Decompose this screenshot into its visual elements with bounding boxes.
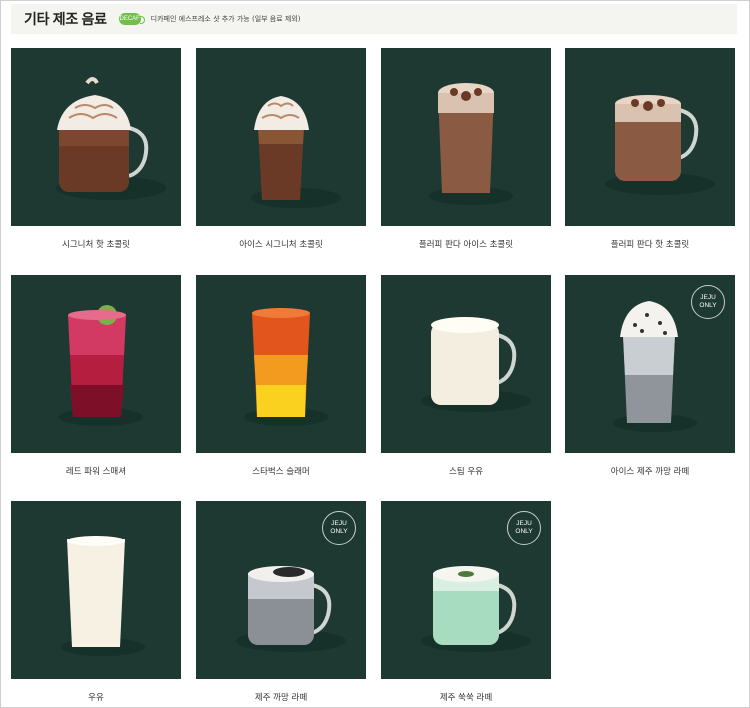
product-image-jeju-ssuk[interactable]: JEJU ONLY [381,501,551,679]
hot-chocolate-mug-image [56,77,166,200]
product-card[interactable]: 플러피 판다 핫 초콜릿 [565,48,735,250]
starbucks-slammer-image [244,308,328,426]
product-name[interactable]: 레드 파워 스매셔 [11,465,181,477]
product-name[interactable]: 스타벅스 슬래머 [196,465,366,477]
product-card[interactable]: 스팀 우유 [381,275,551,477]
product-card[interactable]: 레드 파워 스매셔 [11,275,181,477]
product-image-iced-jeju-kkamang[interactable]: JEJU ONLY [565,275,735,453]
product-image-milk[interactable] [11,501,181,679]
product-image-red-power[interactable] [11,275,181,453]
product-card[interactable]: 아이스 시그니처 초콜릿 [196,48,366,250]
product-name[interactable]: 제주 쑥쑥 라떼 [381,691,551,703]
product-name[interactable]: 제주 까망 라떼 [196,691,366,703]
product-name[interactable]: 아이스 제주 까망 라떼 [565,465,735,477]
product-image-panda-iced[interactable] [381,48,551,226]
product-card[interactable]: 플러피 판다 아이스 초콜릿 [381,48,551,250]
iced-chocolate-glass-image [251,96,341,208]
product-card[interactable]: JEJU ONLY 아이스 제주 까망 라떼 [565,275,735,477]
product-name[interactable]: 우유 [11,691,181,703]
product-name[interactable]: 스팀 우유 [381,465,551,477]
decaf-note: 디카페인 에스프레소 샷 추가 가능 (일부 음료 제외) [150,15,301,23]
panda-hot-chocolate-mug-image [605,95,715,195]
milk-glass-image [61,536,145,656]
product-image-steamed-milk[interactable] [381,275,551,453]
jeju-only-badge: JEJU ONLY [322,511,356,545]
product-image-iced-chocolate[interactable] [196,48,366,226]
product-name[interactable]: 아이스 시그니처 초콜릿 [196,238,366,250]
product-name[interactable]: 플러피 판다 핫 초콜릿 [565,238,735,250]
product-image-jeju-kkamang[interactable]: JEJU ONLY [196,501,366,679]
product-image-hot-chocolate[interactable] [11,48,181,226]
product-card[interactable]: JEJU ONLY 제주 까망 라떼 [196,501,366,703]
product-name[interactable]: 플러피 판다 아이스 초콜릿 [381,238,551,250]
section-title: 기타 제조 음료 [24,11,107,27]
steamed-milk-mug-image [421,317,531,412]
decaf-cup-icon: DECAF [118,13,145,25]
product-image-slammer[interactable] [196,275,366,453]
product-card[interactable]: 시그니처 핫 초콜릿 [11,48,181,250]
section-header: 기타 제조 음료 DECAF 디카페인 에스프레소 샷 추가 가능 (일부 음료… [11,4,737,34]
panda-iced-chocolate-image [429,83,513,205]
red-power-smasher-image [59,305,143,426]
product-name[interactable]: 시그니처 핫 초콜릿 [11,238,181,250]
jeju-only-badge: JEJU ONLY [691,285,725,319]
product-card[interactable]: JEJU ONLY 제주 쑥쑥 라떼 [381,501,551,703]
product-card[interactable]: 스타벅스 슬래머 [196,275,366,477]
jeju-only-badge: JEJU ONLY [507,511,541,545]
product-card[interactable]: 우유 [11,501,181,703]
product-image-panda-hot[interactable] [565,48,735,226]
